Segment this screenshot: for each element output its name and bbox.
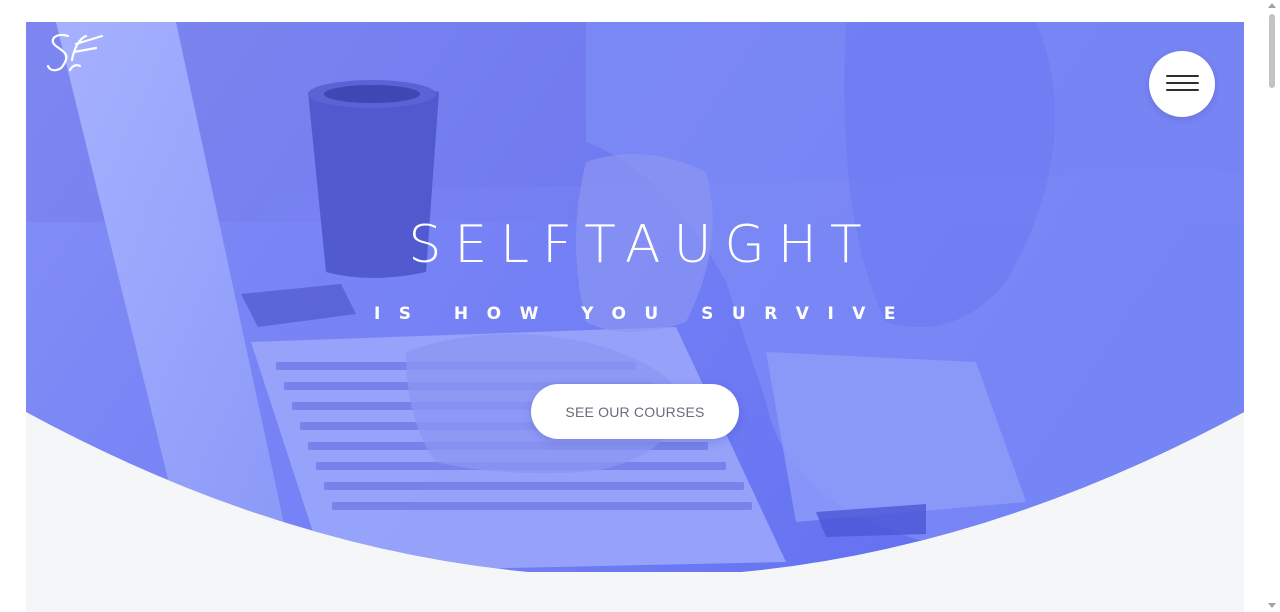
scroll-thumb[interactable] (1269, 14, 1275, 88)
hero-subtitle: IS HOW YOU SURVIVE (373, 304, 915, 324)
scroll-down-arrow-icon[interactable] (1268, 603, 1276, 608)
menu-button[interactable] (1149, 51, 1215, 117)
scrollbar[interactable] (1264, 0, 1280, 612)
see-our-courses-button[interactable]: SEE OUR COURSES (531, 384, 739, 439)
page: SELFTAUGHT IS HOW YOU SURVIVE SEE OUR CO… (26, 22, 1244, 612)
hero-background-image (26, 22, 1244, 572)
scroll-up-arrow-icon[interactable] (1268, 3, 1276, 8)
hero-title: SELFTAUGHT (408, 215, 875, 275)
hero-section (26, 22, 1244, 572)
selftaught-logo[interactable] (46, 30, 104, 80)
